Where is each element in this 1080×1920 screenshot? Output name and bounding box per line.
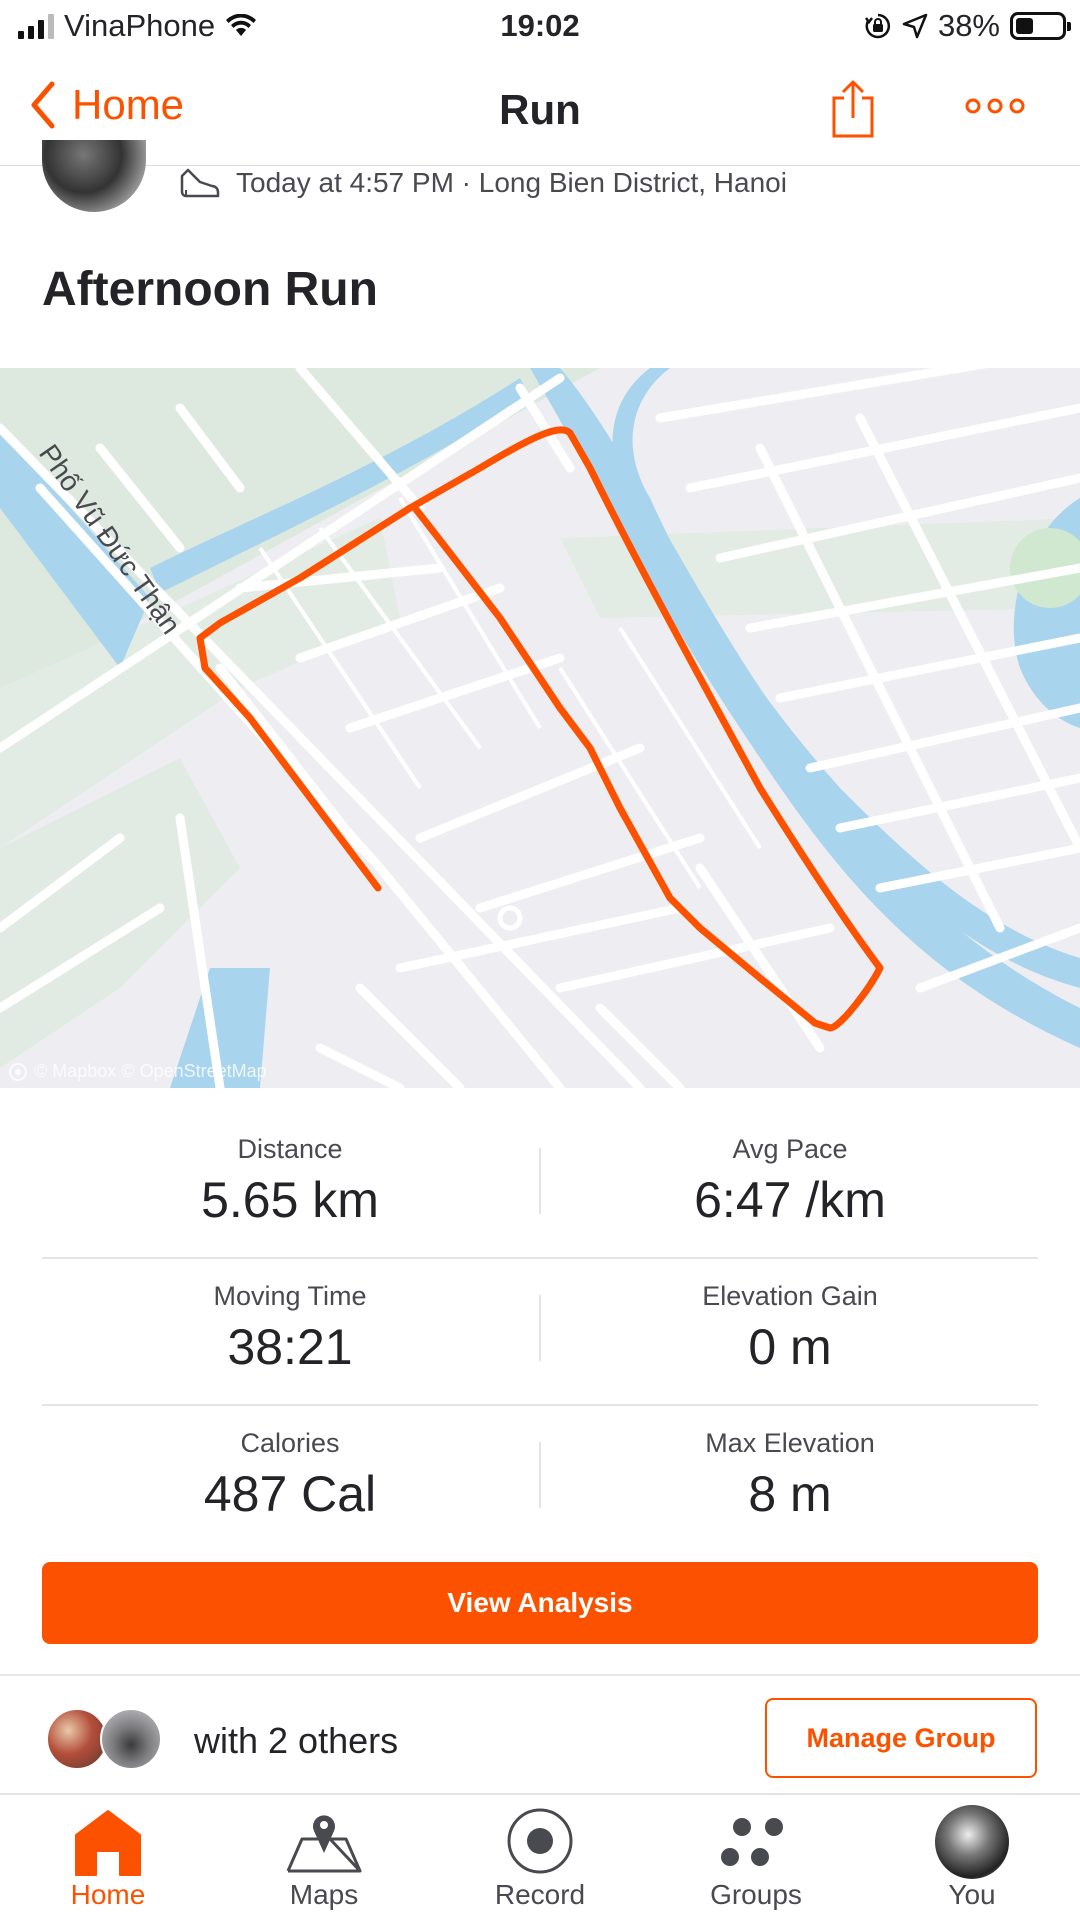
manage-group-button[interactable]: Manage Group [765,1698,1037,1778]
stat-label: Elevation Gain [702,1281,878,1311]
tab-home[interactable]: Home [0,1795,216,1920]
stat-value: 6:47 /km [694,1172,886,1228]
tab-bar: Home Maps Record Groups You [0,1793,1080,1920]
stat-value: 8 m [748,1466,832,1522]
stat-row: Calories 487 Cal Max Elevation 8 m [42,1406,1038,1553]
status-bar: VinaPhone 19:02 38% [0,0,1080,56]
groups-icon [721,1818,783,1866]
stat-value: 38:21 [227,1319,353,1375]
tab-record[interactable]: Record [432,1795,648,1920]
stat-divider [539,1295,541,1361]
stat-label: Calories [240,1428,340,1458]
stat-value: 487 Cal [203,1466,377,1522]
tab-label: Maps [289,1879,359,1910]
tab-groups[interactable]: Groups [648,1795,864,1920]
mapbox-logo-icon [9,1062,27,1081]
battery-icon [1010,12,1071,40]
stat-value: 0 m [748,1319,832,1375]
maps-icon [286,1815,362,1873]
tab-you[interactable]: You [864,1795,1080,1920]
orientation-lock-icon [864,13,890,39]
route-map[interactable]: Phố Vũ Đức Thận © Mapbox © OpenStreetMap [0,368,1080,1088]
stat-avg-pace: Avg Pace 6:47 /km [542,1134,1038,1229]
share-button[interactable] [828,78,878,145]
more-icon [965,98,1025,114]
tab-label: Groups [710,1879,802,1910]
stat-row: Moving Time 38:21 Elevation Gain 0 m [42,1259,1038,1406]
share-icon [832,80,874,138]
stat-label: Distance [237,1134,343,1164]
athlete-avatar[interactable] [42,140,146,212]
page-title: Run [499,86,581,133]
group-member-avatar[interactable] [46,1708,108,1770]
nav-bar: Home Run [0,56,1080,166]
map-attribution[interactable]: © Mapbox © OpenStreetMap [8,1061,267,1082]
stat-max-elevation: Max Elevation 8 m [542,1428,1038,1523]
location-arrow-icon [902,13,928,39]
stat-label: Max Elevation [705,1428,875,1458]
stat-label: Moving Time [213,1281,367,1311]
activity-meta: Today at 4:57 PM · Long Bien District, H… [178,166,787,200]
battery-percent: 38% [937,8,1000,43]
attribution-text: © Mapbox © OpenStreetMap [34,1061,267,1081]
stat-elevation-gain: Elevation Gain 0 m [542,1281,1038,1376]
view-analysis-button[interactable]: View Analysis [42,1562,1038,1644]
stat-divider [539,1442,541,1508]
stat-calories: Calories 487 Cal [42,1428,538,1523]
stat-divider [539,1148,541,1214]
tab-label: You [948,1879,996,1910]
stat-distance: Distance 5.65 km [42,1134,538,1229]
tab-maps[interactable]: Maps [216,1795,432,1920]
group-member-avatar[interactable] [100,1708,162,1770]
group-text[interactable]: with 2 others [194,1720,398,1762]
activity-meta-text: Today at 4:57 PM · Long Bien District, H… [236,167,787,198]
stat-label: Avg Pace [732,1134,848,1164]
shoe-icon [180,168,220,198]
stats-grid: Distance 5.65 km Avg Pace 6:47 /km Movin… [42,1112,1038,1553]
group-section: with 2 others Manage Group [0,1676,1080,1794]
record-icon [507,1808,573,1874]
stat-row: Distance 5.65 km Avg Pace 6:47 /km [42,1112,1038,1259]
profile-avatar [935,1805,1009,1879]
tab-label: Home [70,1879,146,1910]
home-icon [75,1810,141,1876]
tab-label: Record [494,1879,586,1910]
status-right: 38% [864,8,1071,44]
stat-value: 5.65 km [201,1172,379,1228]
more-button[interactable] [964,96,1026,121]
activity-title: Afternoon Run [42,263,378,316]
stat-moving-time: Moving Time 38:21 [42,1281,538,1376]
